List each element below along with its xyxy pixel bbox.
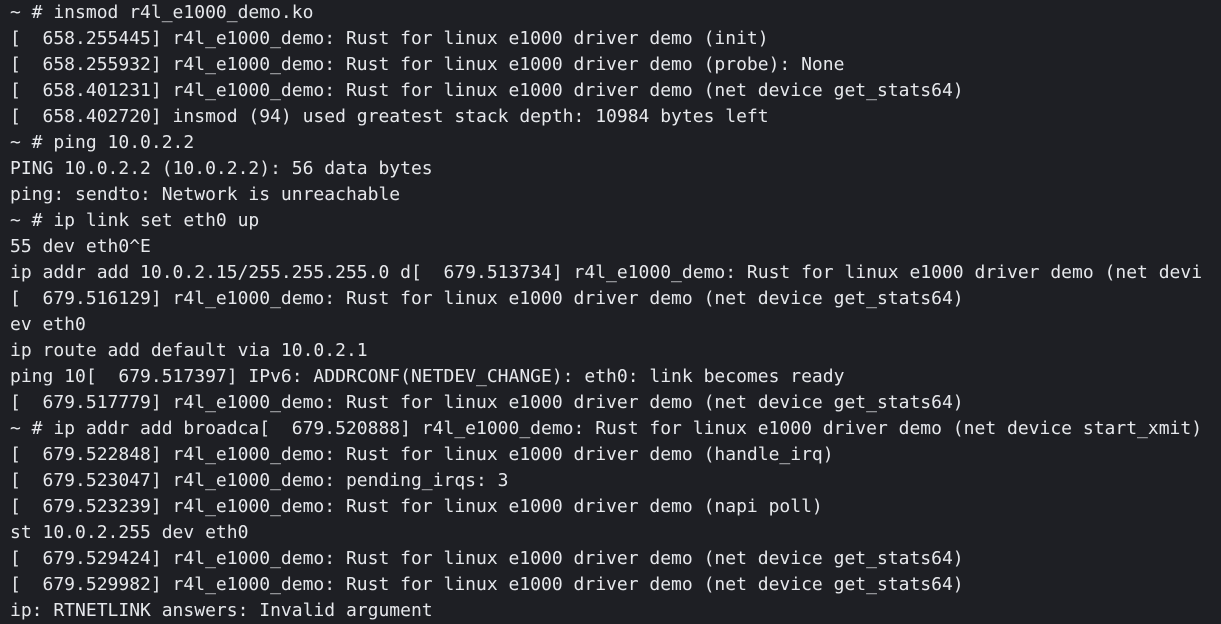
terminal-line: PING 10.0.2.2 (10.0.2.2): 56 data bytes (10, 158, 433, 179)
terminal-line: 55 dev eth0^E (10, 236, 151, 257)
terminal-line: [ 679.516129] r4l_e1000_demo: Rust for l… (10, 288, 964, 309)
terminal-line: ip: RTNETLINK answers: Invalid argument (10, 600, 433, 621)
terminal-line: ~ # ip link set eth0 up (10, 210, 260, 231)
terminal-line: ev eth0 (10, 314, 86, 335)
terminal-line: [ 658.402720] insmod (94) used greatest … (10, 106, 769, 127)
terminal-line: ip addr add 10.0.2.15/255.255.255.0 d[ 6… (10, 262, 1203, 283)
terminal-line: [ 679.529982] r4l_e1000_demo: Rust for l… (10, 574, 964, 595)
terminal-window[interactable]: ~ # insmod r4l_e1000_demo.ko [ 658.25544… (0, 0, 1221, 624)
terminal-line: ip route add default via 10.0.2.1 (10, 340, 368, 361)
terminal-line: [ 658.401231] r4l_e1000_demo: Rust for l… (10, 80, 964, 101)
terminal-line: ~ # ip addr add broadca[ 679.520888] r4l… (10, 418, 1203, 439)
terminal-line: ping 10[ 679.517397] IPv6: ADDRCONF(NETD… (10, 366, 845, 387)
terminal-line: [ 658.255445] r4l_e1000_demo: Rust for l… (10, 28, 769, 49)
terminal-output: ~ # insmod r4l_e1000_demo.ko [ 658.25544… (10, 0, 1202, 624)
terminal-line: ~ # ping 10.0.2.2 (10, 132, 195, 153)
terminal-line: [ 679.529424] r4l_e1000_demo: Rust for l… (10, 548, 964, 569)
terminal-line: [ 679.523047] r4l_e1000_demo: pending_ir… (10, 470, 509, 491)
terminal-line: [ 679.522848] r4l_e1000_demo: Rust for l… (10, 444, 834, 465)
terminal-line: ~ # insmod r4l_e1000_demo.ko (10, 2, 314, 23)
terminal-line: [ 658.255932] r4l_e1000_demo: Rust for l… (10, 54, 845, 75)
terminal-line: [ 679.523239] r4l_e1000_demo: Rust for l… (10, 496, 823, 517)
terminal-line: st 10.0.2.255 dev eth0 (10, 522, 249, 543)
terminal-line: [ 679.517779] r4l_e1000_demo: Rust for l… (10, 392, 964, 413)
terminal-line: ping: sendto: Network is unreachable (10, 184, 401, 205)
